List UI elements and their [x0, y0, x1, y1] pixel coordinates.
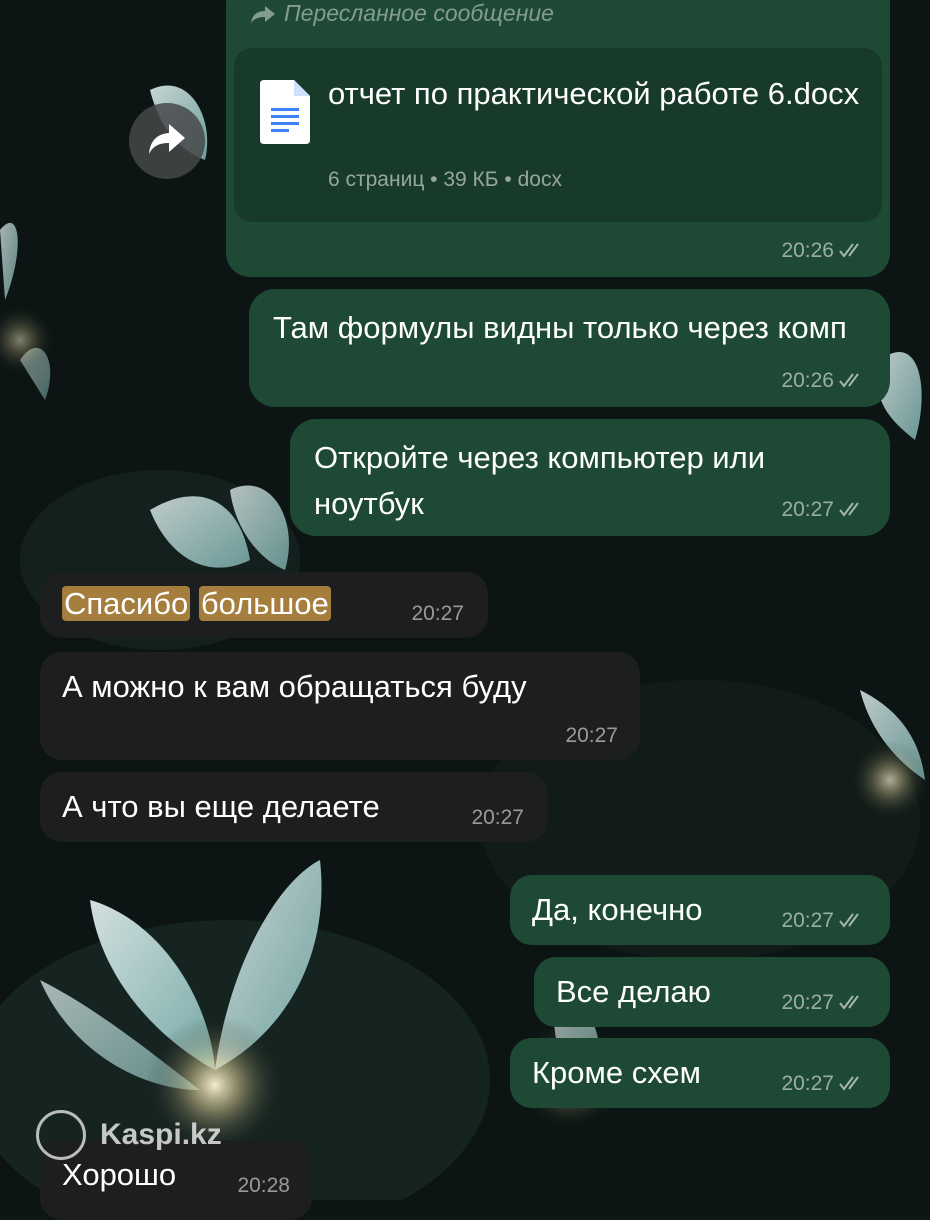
message-time: 20:27: [411, 602, 464, 625]
highlighted-word: большое: [198, 586, 331, 621]
message-text: А что вы еще делаете: [62, 789, 380, 824]
message-bubble-outgoing[interactable]: Все делаю 20:27: [534, 957, 890, 1027]
kaspi-watermark: Kaspi.kz: [36, 1110, 222, 1160]
double-check-icon: [838, 242, 866, 258]
message-time: 20:27: [781, 1072, 866, 1096]
message-bubble-incoming[interactable]: Спасибо большое 20:27: [40, 572, 488, 638]
forwarded-header-text: Пересланное сообщение: [284, 0, 554, 26]
file-meta: 6 страниц • 39 КБ • docx: [328, 168, 562, 191]
message-bubble-incoming[interactable]: А что вы еще делаете 20:27: [40, 772, 548, 842]
forward-button[interactable]: [129, 103, 205, 179]
message-text-highlighted: Спасибо большое: [62, 582, 466, 626]
message-bubble-incoming[interactable]: А можно к вам обращаться буду 20:27: [40, 652, 640, 760]
watermark-text: Kaspi.kz: [100, 1118, 222, 1151]
double-check-icon: [838, 994, 866, 1010]
message-bubble-outgoing[interactable]: Откройте через компьютер или ноутбук 20:…: [290, 419, 890, 536]
message-time: 20:26: [781, 239, 866, 263]
message-text: Там формулы видны только через комп: [273, 310, 847, 345]
message-time: 20:28: [237, 1174, 290, 1197]
double-check-icon: [838, 1075, 866, 1091]
forwarded-file-message[interactable]: Пересланное сообщение отчет по практичес…: [226, 0, 890, 277]
forwarded-header: Пересланное сообщение: [250, 0, 554, 27]
message-time: 20:27: [781, 991, 866, 1015]
double-check-icon: [838, 372, 866, 388]
forward-arrow-icon: [250, 2, 276, 23]
share-arrow-icon: [147, 122, 187, 161]
highlighted-word: Спасибо: [62, 586, 191, 621]
message-bubble-outgoing[interactable]: Кроме схем 20:27: [510, 1038, 890, 1108]
message-text: А можно к вам обращаться буду: [62, 669, 527, 704]
message-time: 20:27: [781, 909, 866, 933]
file-attachment[interactable]: отчет по практической работе 6.docx 6 ст…: [234, 48, 882, 222]
message-bubble-outgoing[interactable]: Да, конечно 20:27: [510, 875, 890, 945]
message-time: 20:27: [471, 806, 524, 829]
message-time: 20:26: [781, 369, 866, 393]
message-time: 20:27: [565, 724, 618, 747]
message-bubble-outgoing[interactable]: Там формулы видны только через комп 20:2…: [249, 289, 890, 407]
double-check-icon: [838, 501, 866, 517]
message-time: 20:27: [781, 498, 866, 522]
file-name: отчет по практической работе 6.docx: [328, 76, 860, 111]
document-icon: [260, 80, 310, 144]
double-check-icon: [838, 912, 866, 928]
kaspi-logo-icon: [36, 1110, 86, 1160]
